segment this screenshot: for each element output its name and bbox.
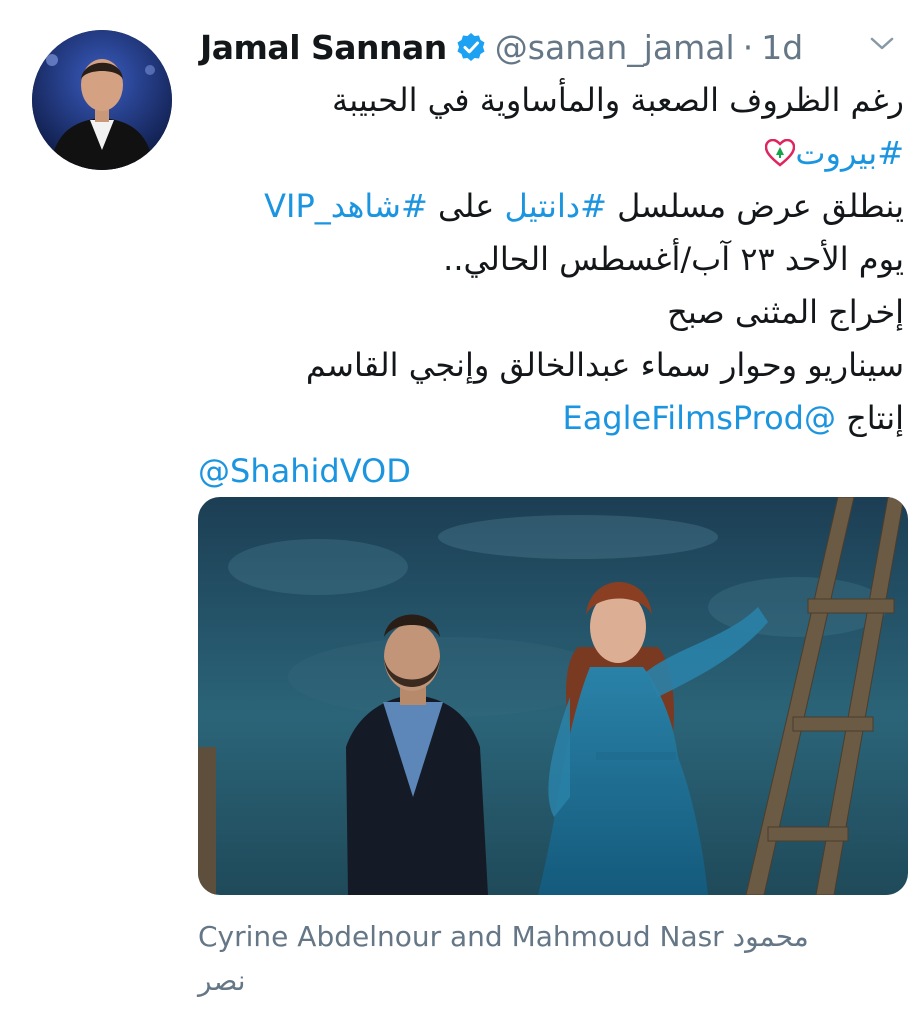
author-handle[interactable]: @sanan_jamal (495, 28, 735, 67)
author-name[interactable]: Jamal Sannan (200, 28, 447, 67)
tweet-line-6: سيناريو وحوار سماء عبدالخالق وإنجي القاس… (305, 346, 904, 384)
hashtag-dantel[interactable]: #دانتيل (504, 187, 606, 225)
tweet-line-4: يوم الأحد ٢٣ آب/أغسطس الحالي.. (443, 240, 904, 278)
hashtag-beirut[interactable]: #بيروت (795, 134, 904, 172)
caption-line-1: Cyrine Abdelnour and Mahmoud Nasr محمود (198, 920, 809, 953)
tweet-line-3-text-b: على (427, 187, 505, 225)
media-caption: Cyrine Abdelnour and Mahmoud Nasr محمود … (198, 916, 858, 1002)
tweet-time[interactable]: 1d (761, 28, 803, 67)
chevron-down-icon[interactable] (868, 34, 896, 54)
tweet-line-5: إخراج المثنى صبح (667, 293, 904, 331)
tweet-line-7-text: إنتاج (835, 399, 904, 437)
tweet-line-2: #بيروت (198, 127, 904, 180)
tweet-media-image[interactable] (198, 497, 908, 895)
mention-eaglefilmsprod[interactable]: @EagleFilmsProd (562, 399, 836, 437)
lebanon-heart-icon (765, 130, 796, 167)
verified-badge-icon (455, 31, 487, 63)
tweet-line-1: رغم الظروف الصعبة والمأساوية في الحبيبة (332, 81, 904, 119)
separator: · (742, 27, 754, 67)
mention-shahidvod[interactable]: @ShahidVOD (198, 452, 411, 490)
tweet-line-3: ينطلق عرض مسلسل #دانتيل على #شاهد_VIP (198, 180, 904, 233)
tweet-line-7: إنتاج @EagleFilmsProd (198, 392, 904, 445)
tweet-header: Jamal Sannan @sanan_jamal · 1d (200, 24, 900, 70)
tweet-line-3-text-a: ينطلق عرض مسلسل (606, 187, 904, 225)
tweet-body: رغم الظروف الصعبة والمأساوية في الحبيبة … (198, 74, 904, 498)
hashtag-shahid-vip[interactable]: #شاهد_VIP (264, 187, 428, 225)
author-avatar[interactable] (32, 30, 172, 170)
tweet-line-8: @ShahidVOD (198, 445, 904, 498)
caption-line-2: نصر (198, 964, 246, 997)
